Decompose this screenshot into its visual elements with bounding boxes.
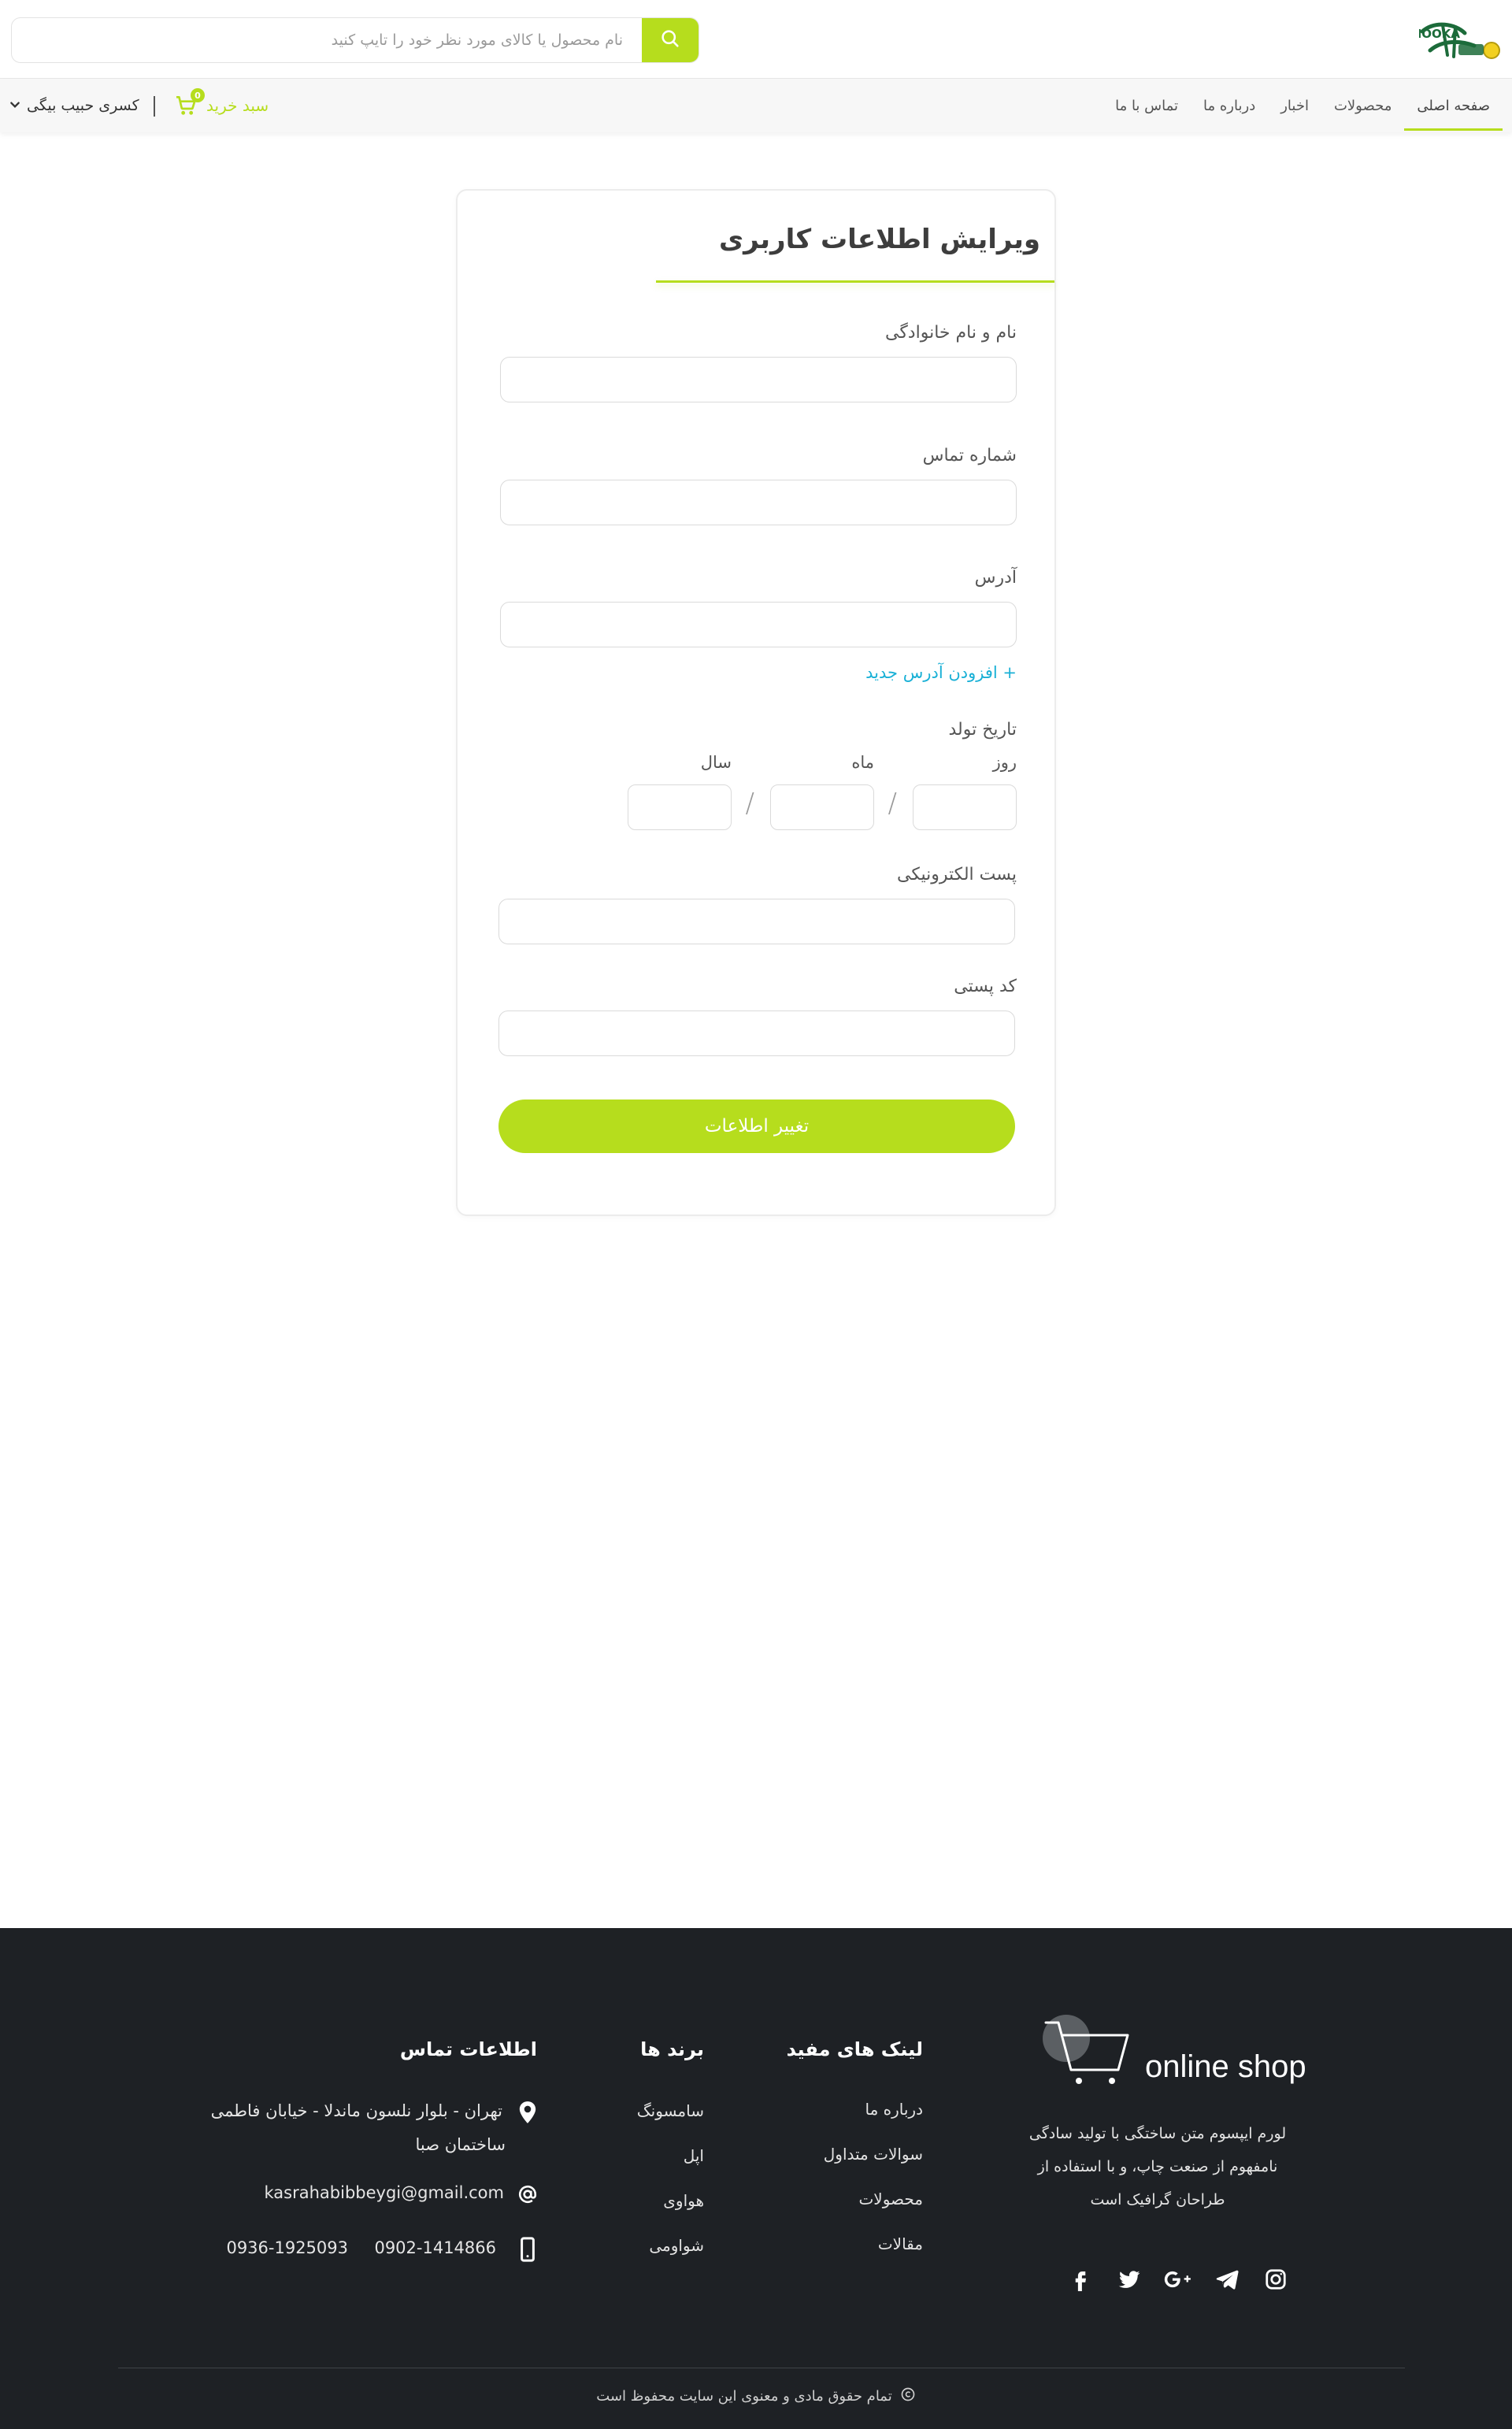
day-label: روز — [992, 753, 1017, 772]
user-name: کسری حبیب بیگی — [27, 97, 139, 114]
search-button[interactable] — [642, 18, 699, 62]
nav-divider — [154, 96, 155, 117]
footer-link-articles[interactable]: مقالات — [878, 2234, 923, 2253]
footer-brand-xiaomi[interactable]: شواومی — [649, 2236, 704, 2255]
svg-text:IMOOKA: IMOOKA — [1419, 27, 1460, 41]
year-label: سال — [700, 753, 732, 772]
contact-email[interactable]: kasrahabibbeygi@gmail.com — [265, 2183, 504, 2202]
cart-count-badge: 0 — [191, 88, 205, 102]
month-label: ماه — [851, 753, 874, 772]
nav-item-about[interactable]: درباره ما — [1191, 79, 1268, 132]
nav-item-news[interactable]: اخبار — [1268, 79, 1321, 132]
footer-brand-huawei[interactable]: هواوی — [663, 2191, 704, 2210]
nav-item-contact[interactable]: تماس با ما — [1102, 79, 1191, 132]
phone-label: شماره تماس — [922, 446, 1017, 465]
page-title: ویرایش اطلاعات کاربری — [718, 224, 1040, 255]
top-header: IMOOKA — [0, 0, 1512, 79]
title-underline — [656, 280, 1054, 283]
useful-links-title: لینک های مفید — [786, 2038, 923, 2060]
contact-address-line2: ساختمان صبا — [415, 2135, 506, 2154]
date-separator: / — [745, 788, 754, 819]
edit-profile-card: ویرایش اطلاعات کاربری نام و نام خانوادگی… — [456, 189, 1056, 1216]
search-input[interactable] — [12, 18, 642, 62]
nav-menu: صفحه اصلی محصولات اخبار درباره ما تماس ب… — [1102, 79, 1503, 132]
full-name-label: نام و نام خانوادگی — [884, 323, 1017, 343]
main-nav: صفحه اصلی محصولات اخبار درباره ما تماس ب… — [0, 79, 1512, 132]
footer-link-faq[interactable]: سوالات متداول — [824, 2145, 923, 2164]
instagram-icon[interactable] — [1260, 2264, 1292, 2295]
google-plus-icon[interactable] — [1162, 2264, 1194, 2295]
footer-link-products[interactable]: محصولات — [858, 2190, 923, 2208]
copyright-bar: تمام حقوق مادی و معنوی این سایت محفوظ اس… — [0, 2386, 1512, 2406]
site-footer: online shop لورم ایپسوم متن ساختگی با تو… — [0, 1928, 1512, 2429]
shopping-cart-logo-icon — [1040, 2015, 1134, 2093]
copyright-icon — [900, 2386, 916, 2406]
submit-button[interactable]: تغییر اطلاعات — [498, 1100, 1015, 1153]
telegram-icon[interactable] — [1211, 2264, 1243, 2295]
postal-code-field[interactable] — [498, 1011, 1015, 1056]
contact-title: اطلاعات تماس — [399, 2038, 537, 2060]
search-icon — [659, 28, 681, 53]
nav-item-home[interactable]: صفحه اصلی — [1404, 79, 1503, 132]
contact-phone-1[interactable]: 0902-1414866 — [374, 2238, 496, 2257]
site-logo[interactable]: IMOOKA — [1406, 9, 1501, 68]
footer-brand-description: لورم ایپسوم متن ساختگی با تولید سادگی نا… — [1028, 2125, 1287, 2208]
full-name-field[interactable] — [500, 357, 1017, 402]
phone-field[interactable] — [500, 480, 1017, 525]
mobile-phone-icon — [515, 2237, 540, 2262]
add-address-link[interactable]: + افزودن آدرس جدید — [865, 663, 1017, 682]
year-field[interactable] — [628, 784, 732, 830]
month-field[interactable] — [770, 784, 874, 830]
contact-address-line1: تهران - بلوار نلسون ماندلا - خیابان فاطم… — [210, 2101, 502, 2120]
footer-brand-name: online shop — [1145, 2049, 1306, 2084]
address-field[interactable] — [500, 602, 1017, 647]
footer-brand-apple[interactable]: اپل — [684, 2146, 704, 2165]
social-links — [1065, 2264, 1292, 2295]
cart-icon: 0 — [173, 88, 205, 118]
location-pin-icon — [515, 2100, 540, 2125]
email-field[interactable] — [498, 899, 1015, 944]
chevron-down-icon — [9, 97, 20, 114]
twitter-icon[interactable] — [1114, 2264, 1145, 2295]
date-separator: / — [888, 788, 897, 819]
day-field[interactable] — [913, 784, 1017, 830]
cart-label: سبد خرید — [206, 96, 269, 115]
email-label: پست الکترونیکی — [897, 865, 1017, 884]
copyright-text: تمام حقوق مادی و معنوی این سایت محفوظ اس… — [596, 2388, 892, 2405]
cart-button[interactable]: سبد خرید 0 — [173, 79, 269, 132]
postal-code-label: کد پستی — [954, 977, 1017, 996]
facebook-icon[interactable] — [1065, 2264, 1096, 2295]
footer-link-about[interactable]: درباره ما — [865, 2100, 923, 2119]
address-label: آدرس — [974, 568, 1017, 588]
contact-phone-2[interactable]: 0936-1925093 — [226, 2238, 348, 2257]
at-sign-icon — [515, 2182, 540, 2207]
brands-title: برند ها — [640, 2038, 704, 2060]
birthdate-label: تاریخ تولد — [948, 720, 1017, 740]
nav-item-products[interactable]: محصولات — [1321, 79, 1404, 132]
footer-brand-samsung[interactable]: سامسونگ — [637, 2101, 704, 2120]
search-bar — [11, 17, 699, 63]
user-menu[interactable]: کسری حبیب بیگی — [9, 79, 139, 132]
